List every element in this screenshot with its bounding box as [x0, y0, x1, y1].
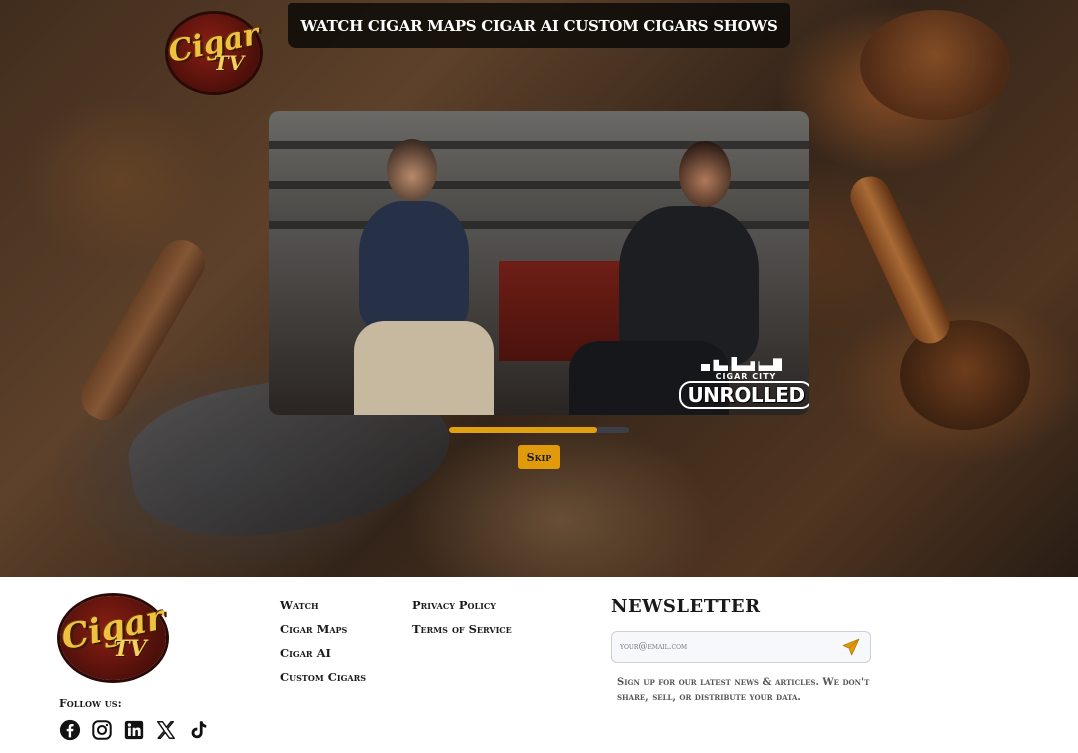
linkedin-icon[interactable]	[123, 719, 145, 741]
skyline-icon	[701, 357, 782, 371]
newsletter-form	[611, 631, 871, 663]
nav-custom-cigars[interactable]: CUSTOM CIGARS	[564, 17, 709, 35]
video-host-left-legs	[354, 321, 494, 415]
logo-word-tv: TV	[113, 636, 147, 662]
x-icon[interactable]	[155, 719, 177, 741]
video-host-left	[359, 201, 469, 331]
site-footer: Cigar TV Follow us: Watch Cigar Maps Cig…	[0, 577, 1078, 753]
nav-shows[interactable]: SHOWS	[713, 17, 778, 35]
newsletter-email-input[interactable]	[620, 632, 830, 662]
social-links	[59, 719, 209, 741]
video-progress-bar	[449, 427, 629, 433]
footer-link-watch[interactable]: Watch	[280, 597, 366, 613]
show-logo-badge: CIGAR CITY UNROLLED	[679, 353, 809, 409]
video-shelf	[269, 141, 809, 149]
nav-cigar-ai[interactable]: CIGAR AI	[481, 17, 559, 35]
video-host-left-head	[387, 139, 437, 201]
show-logo-subtitle: CIGAR CITY	[715, 372, 777, 381]
footer-link-privacy-policy[interactable]: Privacy Policy	[412, 597, 512, 613]
intro-video-player[interactable]: CIGAR CITY UNROLLED	[269, 111, 809, 415]
nav-watch[interactable]: WATCH	[300, 17, 363, 35]
site-logo[interactable]: Cigar TV	[166, 14, 262, 92]
logo-word-tv: TV	[213, 50, 245, 75]
newsletter-submit-button[interactable]	[840, 637, 862, 657]
facebook-icon[interactable]	[59, 719, 81, 741]
footer-links-legal: Privacy Policy Terms of Service	[412, 597, 512, 637]
footer-link-cigar-ai[interactable]: Cigar AI	[280, 645, 366, 661]
instagram-icon[interactable]	[91, 719, 113, 741]
follow-us-label: Follow us:	[59, 697, 122, 710]
footer-links-primary: Watch Cigar Maps Cigar AI Custom Cigars	[280, 597, 366, 685]
footer-link-custom-cigars[interactable]: Custom Cigars	[280, 669, 366, 685]
video-progress-fill	[449, 427, 597, 433]
skip-button[interactable]: Skip	[518, 445, 560, 469]
send-icon	[842, 638, 860, 656]
footer-link-terms-of-service[interactable]: Terms of Service	[412, 621, 512, 637]
video-host-right-head	[679, 141, 731, 207]
newsletter-title: NEWSLETTER	[611, 596, 761, 617]
main-nav: WATCH CIGAR MAPS CIGAR AI CUSTOM CIGARS …	[288, 3, 790, 48]
show-logo-title: UNROLLED	[679, 381, 809, 409]
footer-logo[interactable]: Cigar TV	[58, 596, 168, 680]
nav-cigar-maps[interactable]: CIGAR MAPS	[368, 17, 477, 35]
newsletter-privacy-note: Sign up for our latest news & articles. …	[617, 677, 870, 703]
hero-section: Cigar TV WATCH CIGAR MAPS CIGAR AI CUSTO…	[0, 0, 1078, 577]
tiktok-icon[interactable]	[187, 719, 209, 741]
footer-link-cigar-maps[interactable]: Cigar Maps	[280, 621, 366, 637]
